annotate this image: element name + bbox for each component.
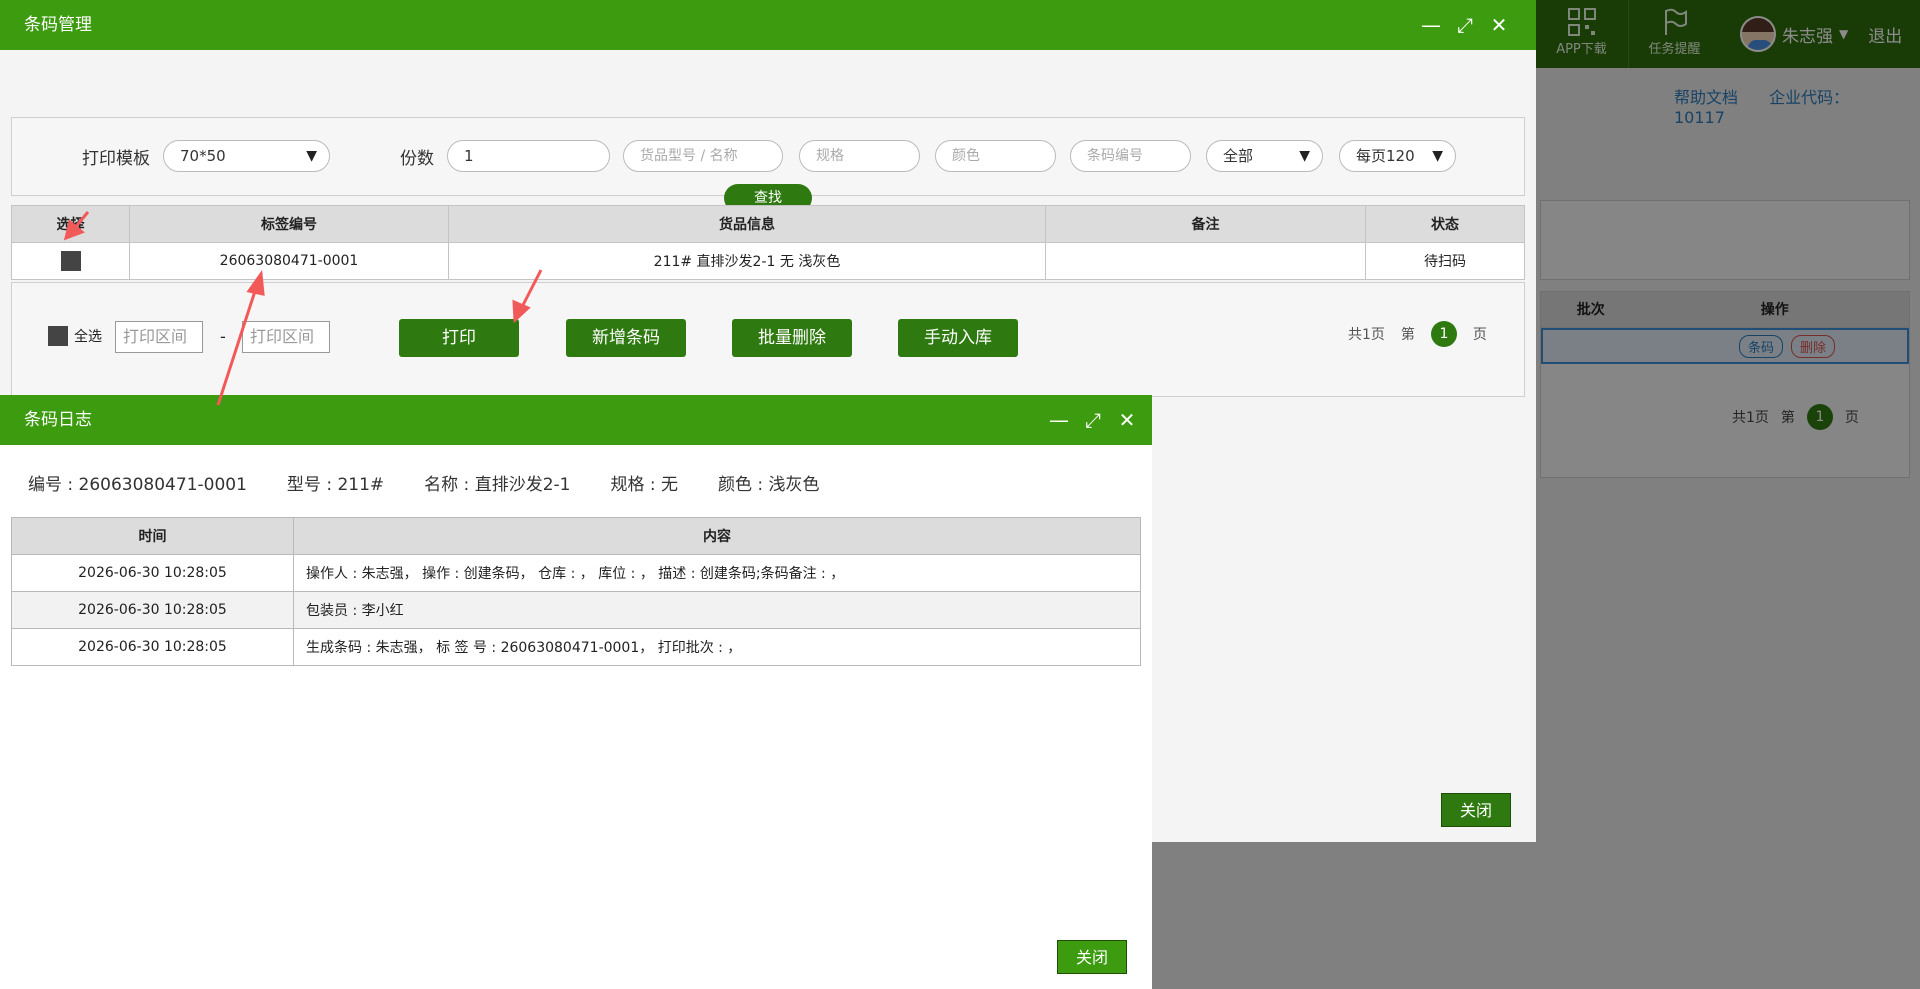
caret-down-icon: ▼	[306, 148, 317, 164]
column-header: 货品信息	[448, 205, 1046, 243]
page-size-value: 每页120	[1356, 147, 1415, 165]
goods-info: 211# 直排沙发2-1 无 浅灰色	[448, 242, 1046, 280]
barcode-table: 选择 标签编号 货品信息 备注 状态 26063080471-0001 211#…	[11, 205, 1525, 280]
batch-delete-button[interactable]: 批量删除	[732, 319, 852, 357]
window-title: 条码日志	[24, 410, 92, 430]
copies-input[interactable]: 1	[447, 140, 610, 172]
window-titlebar: 条码日志 — ⤢ ✕	[0, 395, 1152, 445]
info-color: 颜色 : 浅灰色	[718, 475, 820, 495]
log-time: 2026-06-30 10:28:05	[11, 591, 294, 629]
add-barcode-button[interactable]: 新增条码	[566, 319, 686, 357]
template-value: 70*50	[180, 147, 226, 165]
row-checkbox[interactable]	[60, 251, 81, 271]
pager-current[interactable]: 1	[1430, 321, 1457, 347]
log-content: 操作人 : 朱志强， 操作 : 创建条码， 仓库 : ， 库位 : ， 描述 :…	[293, 554, 1141, 592]
log-table: 时间 内容 2026-06-30 10:28:05 操作人 : 朱志强， 操作 …	[11, 517, 1141, 666]
barcode-number-input[interactable]: 条码编号	[1070, 140, 1191, 172]
close-button[interactable]: 关闭	[1057, 940, 1127, 974]
log-content: 包装员 : 李小红	[293, 591, 1141, 629]
info-code: 编号 : 26063080471-0001	[28, 475, 247, 495]
pager-total: 共1页	[1348, 327, 1385, 343]
color-input[interactable]: 颜色	[935, 140, 1056, 172]
barcode-info: 编号 : 26063080471-0001 型号 : 211# 名称 : 直排沙…	[28, 470, 820, 495]
window-titlebar: 条码管理 — ⤢ ✕	[0, 0, 1536, 50]
table-row: 2026-06-30 10:28:05 操作人 : 朱志强， 操作 : 创建条码…	[11, 554, 1141, 592]
info-spec: 规格 : 无	[610, 475, 679, 495]
column-header: 选择	[11, 205, 130, 243]
table-row[interactable]: 26063080471-0001 211# 直排沙发2-1 无 浅灰色 待扫码	[11, 242, 1525, 280]
pager: 共1页 第 1 页	[1348, 321, 1487, 347]
log-time: 2026-06-30 10:28:05	[11, 628, 294, 666]
maximize-icon[interactable]: ⤢	[1082, 409, 1104, 431]
print-button[interactable]: 打印	[399, 319, 519, 357]
column-header: 标签编号	[129, 205, 449, 243]
label-code[interactable]: 26063080471-0001	[129, 242, 449, 280]
status-select[interactable]: 全部 ▼	[1206, 140, 1323, 172]
window-title: 条码管理	[24, 15, 92, 35]
action-bar: 全选 打印区间 - 打印区间 打印 新增条码 批量删除 手动入库	[11, 282, 1525, 397]
log-content: 生成条码 : 朱志强， 标 签 号 : 26063080471-0001， 打印…	[293, 628, 1141, 666]
column-header: 内容	[293, 517, 1141, 555]
info-model: 型号 : 211#	[286, 475, 385, 495]
barcode-log-window: 条码日志 — ⤢ ✕ 编号 : 26063080471-0001 型号 : 21…	[0, 395, 1152, 989]
goods-model-input[interactable]: 货品型号 / 名称	[623, 140, 783, 172]
remark	[1045, 242, 1366, 280]
caret-down-icon: ▼	[1299, 148, 1310, 164]
range-separator: -	[220, 327, 226, 346]
table-row: 2026-06-30 10:28:05 包装员 : 李小红	[11, 591, 1141, 629]
table-row: 2026-06-30 10:28:05 生成条码 : 朱志强， 标 签 号 : …	[11, 628, 1141, 666]
spec-input[interactable]: 规格	[799, 140, 920, 172]
close-button[interactable]: 关闭	[1441, 793, 1511, 827]
manual-inbound-button[interactable]: 手动入库	[898, 319, 1018, 357]
pager-prefix: 第	[1400, 327, 1415, 343]
info-name: 名称 : 直排沙发2-1	[424, 475, 571, 495]
page-size-select[interactable]: 每页120 ▼	[1339, 140, 1456, 172]
close-icon[interactable]: ✕	[1488, 14, 1510, 36]
maximize-icon[interactable]: ⤢	[1454, 14, 1476, 36]
select-all-label: 全选	[74, 329, 102, 345]
column-header: 时间	[11, 517, 294, 555]
minimize-icon[interactable]: —	[1420, 14, 1442, 36]
row-status: 待扫码	[1365, 242, 1525, 280]
print-range-end-input[interactable]: 打印区间	[242, 321, 330, 353]
select-all-checkbox[interactable]	[48, 326, 68, 346]
template-select[interactable]: 70*50 ▼	[163, 140, 330, 172]
copies-label: 份数	[400, 149, 434, 169]
log-time: 2026-06-30 10:28:05	[11, 554, 294, 592]
column-header: 备注	[1045, 205, 1366, 243]
status-value: 全部	[1223, 147, 1254, 165]
close-icon[interactable]: ✕	[1116, 409, 1138, 431]
minimize-icon[interactable]: —	[1048, 409, 1070, 431]
template-label: 打印模板	[82, 149, 150, 169]
pager-suffix: 页	[1472, 327, 1487, 343]
caret-down-icon: ▼	[1432, 148, 1443, 164]
column-header: 状态	[1365, 205, 1525, 243]
print-range-start-input[interactable]: 打印区间	[115, 321, 203, 353]
